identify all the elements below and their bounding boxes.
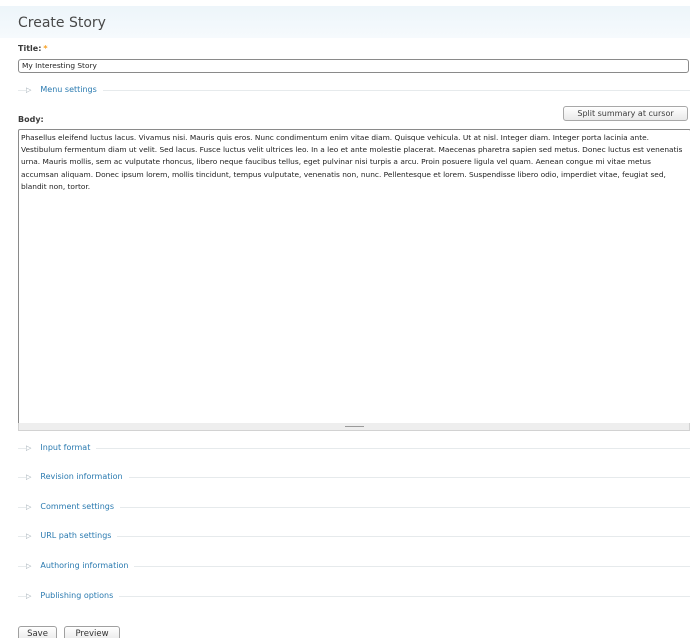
collapsed-arrow-icon: ▷ [26,503,32,511]
fieldset-revision-information[interactable]: ▷ Revision information [18,471,690,483]
split-summary-button[interactable]: Split summary at cursor [563,106,688,121]
title-label-text: Title: [18,44,42,53]
url-path-settings-link[interactable]: URL path settings [40,530,111,542]
required-marker: * [43,44,48,53]
create-story-form: Create Story Title: * My Interesting Stor… [0,0,690,638]
page-title: Create Story [18,15,106,31]
fieldset-authoring-information[interactable]: ▷ Authoring information [18,560,690,572]
fieldset-legend[interactable]: ▷ Authoring information [26,560,135,572]
fieldset-legend[interactable]: ▷ URL path settings [26,530,118,542]
fieldset-divider [18,536,690,537]
fieldset-divider [18,90,690,91]
fieldset-url-path-settings[interactable]: ▷ URL path settings [18,530,690,542]
fieldset-menu-settings[interactable]: ▷ Menu settings [18,84,690,96]
collapsed-arrow-icon: ▷ [26,444,32,452]
fieldset-legend[interactable]: ▷ Comment settings [26,501,121,513]
body-label: Body: [18,115,44,124]
publishing-options-link[interactable]: Publishing options [40,590,113,602]
save-button[interactable]: Save [18,626,57,638]
collapsed-arrow-icon: ▷ [26,592,32,600]
collapsed-arrow-icon: ▷ [26,532,32,540]
fieldset-legend[interactable]: ▷ Input format [26,442,97,454]
authoring-information-link[interactable]: Authoring information [40,560,128,572]
title-input[interactable]: My Interesting Story [18,59,689,73]
collapsed-arrow-icon: ▷ [26,473,32,481]
fieldset-divider [18,448,690,449]
fieldset-legend[interactable]: ▷ Revision information [26,471,129,483]
body-textarea[interactable]: Phasellus eleifend luctus lacus. Vivamus… [18,129,690,424]
preview-button[interactable]: Preview [64,626,120,638]
revision-information-link[interactable]: Revision information [40,471,122,483]
menu-settings-link[interactable]: Menu settings [40,84,96,96]
title-label: Title: * [18,44,48,53]
collapsed-arrow-icon: ▷ [26,562,32,570]
textarea-resize-handle[interactable] [18,423,690,431]
input-format-link[interactable]: Input format [40,442,90,454]
grip-icon [345,426,364,427]
fieldset-input-format[interactable]: ▷ Input format [18,442,690,454]
collapsed-arrow-icon: ▷ [26,86,32,94]
page-header: Create Story [0,6,690,38]
fieldset-publishing-options[interactable]: ▷ Publishing options [18,590,690,602]
fieldset-legend[interactable]: ▷ Menu settings [26,84,103,96]
fieldset-comment-settings[interactable]: ▷ Comment settings [18,501,690,513]
fieldset-legend[interactable]: ▷ Publishing options [26,590,120,602]
comment-settings-link[interactable]: Comment settings [40,501,114,513]
